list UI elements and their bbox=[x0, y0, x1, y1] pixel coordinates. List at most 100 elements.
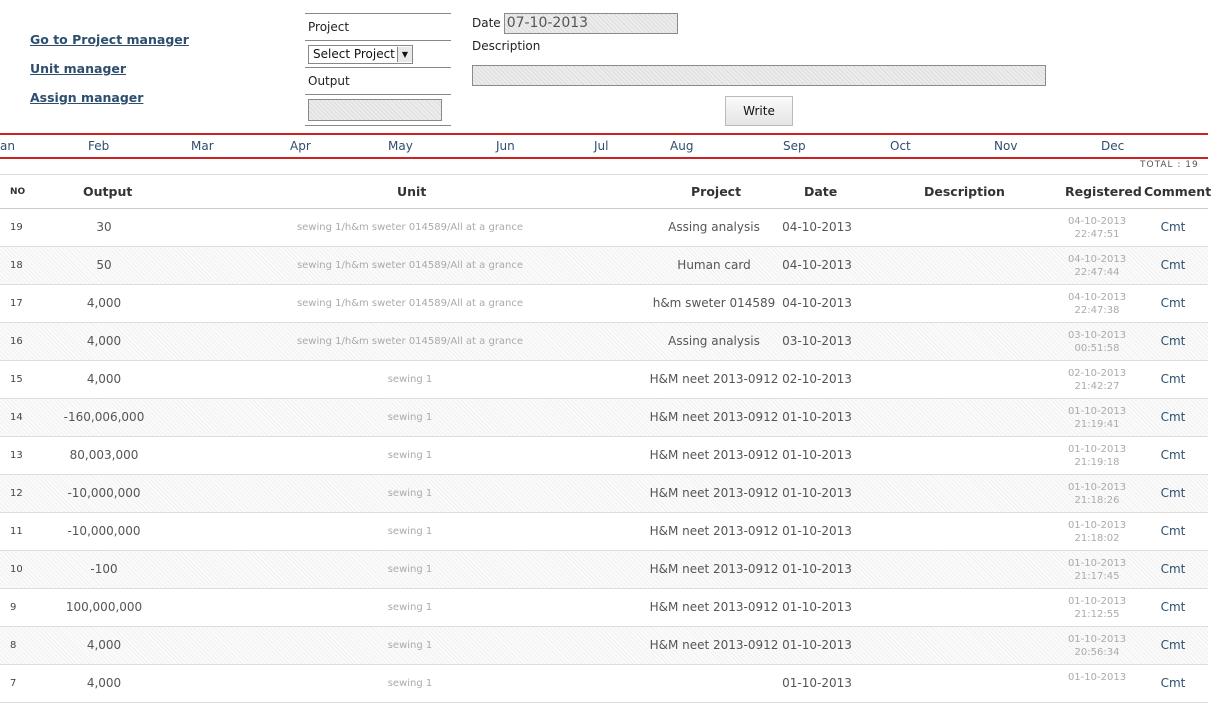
table-row: 17 4,000 sewing 1/h&m sweter 014589/All at… bbox=[0, 285, 1208, 323]
row-unit: sewing 1/h&m sweter 014589/All at a gran… bbox=[296, 260, 524, 271]
comment-link[interactable]: Cmt bbox=[1154, 399, 1192, 436]
table-body: 19 30 sewing 1/h&m sweter 014589/All at a … bbox=[0, 209, 1208, 703]
total-count: TOTAL : 19 bbox=[1140, 160, 1199, 170]
row-registered: 04-10-2013 22:47:38 bbox=[1058, 291, 1136, 317]
row-output: -10,000,000 bbox=[67, 524, 141, 538]
unit-manager-link[interactable]: Unit manager bbox=[30, 59, 189, 88]
registered-time: 21:19:41 bbox=[1074, 419, 1120, 430]
date-input[interactable]: 07-10-2013 bbox=[503, 12, 678, 34]
row-unit: sewing 1 bbox=[387, 564, 433, 575]
row-output: 50 bbox=[96, 258, 112, 272]
comment-link[interactable]: Cmt bbox=[1154, 475, 1192, 512]
registered-time: 22:47:38 bbox=[1074, 305, 1120, 316]
month-aug[interactable]: Aug bbox=[670, 139, 693, 153]
row-number: 17 bbox=[10, 298, 23, 309]
table-row: 7 4,000 sewing 1 01-10-2013 01-10-2013 Cmt bbox=[0, 665, 1208, 703]
registered-time: 21:18:02 bbox=[1074, 533, 1120, 544]
row-project: h&m sweter 014589 bbox=[652, 296, 776, 310]
row-output: 4,000 bbox=[86, 638, 122, 652]
date-label: Date bbox=[472, 16, 501, 30]
comment-link[interactable]: Cmt bbox=[1154, 323, 1192, 360]
comment-link[interactable]: Cmt bbox=[1154, 589, 1192, 626]
row-unit: sewing 1 bbox=[387, 374, 433, 385]
output-input[interactable] bbox=[308, 99, 442, 121]
registered-time: 21:12:55 bbox=[1074, 609, 1120, 620]
comment-link[interactable]: Cmt bbox=[1154, 627, 1192, 664]
row-date: 01-10-2013 bbox=[782, 638, 852, 652]
row-output: 80,003,000 bbox=[69, 448, 139, 462]
comment-link[interactable]: Cmt bbox=[1154, 551, 1192, 588]
row-registered: 04-10-2013 22:47:44 bbox=[1058, 253, 1136, 279]
row-registered: 01-10-2013 21:19:41 bbox=[1058, 405, 1136, 431]
row-number: 19 bbox=[10, 222, 23, 233]
row-registered: 01-10-2013 21:12:55 bbox=[1058, 595, 1136, 621]
comment-link[interactable]: Cmt bbox=[1154, 437, 1192, 474]
row-number: 11 bbox=[10, 526, 23, 537]
row-date: 04-10-2013 bbox=[782, 258, 852, 272]
project-select[interactable]: Select Project ▼ bbox=[308, 44, 413, 64]
comment-link[interactable]: Cmt bbox=[1154, 285, 1192, 322]
table-row: 16 4,000 sewing 1/h&m sweter 014589/All at… bbox=[0, 323, 1208, 361]
description-input[interactable] bbox=[472, 65, 1046, 86]
comment-link[interactable]: Cmt bbox=[1154, 247, 1192, 284]
registered-time: 21:17:45 bbox=[1074, 571, 1120, 582]
chevron-down-icon[interactable]: ▼ bbox=[396, 46, 412, 62]
project-manager-link[interactable]: Go to Project manager bbox=[30, 30, 189, 59]
write-button[interactable]: Write bbox=[725, 96, 793, 126]
registered-date: 02-10-2013 bbox=[1067, 368, 1127, 379]
row-date: 01-10-2013 bbox=[782, 448, 852, 462]
row-number: 9 bbox=[10, 602, 17, 613]
month-apr[interactable]: Apr bbox=[290, 139, 311, 153]
registered-date: 01-10-2013 bbox=[1067, 596, 1127, 607]
row-date: 01-10-2013 bbox=[782, 562, 852, 576]
row-unit: sewing 1/h&m sweter 014589/All at a gran… bbox=[296, 222, 524, 233]
registered-date: 03-10-2013 bbox=[1067, 330, 1127, 341]
row-registered: 03-10-2013 00:51:58 bbox=[1058, 329, 1136, 355]
row-date: 03-10-2013 bbox=[782, 334, 852, 348]
month-jul[interactable]: Jul bbox=[594, 139, 608, 153]
row-output: 4,000 bbox=[86, 676, 122, 690]
row-project bbox=[640, 665, 788, 702]
table-row: 8 4,000 sewing 1 H&M neet 2013-0912 01-10-20… bbox=[0, 627, 1208, 665]
row-registered: 04-10-2013 22:47:51 bbox=[1058, 215, 1136, 241]
comment-link[interactable]: Cmt bbox=[1154, 665, 1192, 702]
month-nov[interactable]: Nov bbox=[994, 139, 1017, 153]
entry-form-left: Project Select Project ▼ Output bbox=[305, 13, 451, 126]
month-mar[interactable]: Mar bbox=[191, 139, 214, 153]
row-number: 16 bbox=[10, 336, 23, 347]
row-date: 01-10-2013 bbox=[782, 676, 852, 690]
row-unit: sewing 1 bbox=[387, 488, 433, 499]
table-row: 14 -160,006,000 sewing 1 H&M neet 2013-0912… bbox=[0, 399, 1208, 437]
project-select-value: Select Project bbox=[313, 47, 395, 61]
month-oct[interactable]: Oct bbox=[890, 139, 911, 153]
month-dec[interactable]: Dec bbox=[1101, 139, 1124, 153]
row-project: H&M neet 2013-0912 bbox=[649, 524, 779, 538]
entry-form-right: Date 07-10-2013 Description Write bbox=[472, 12, 1046, 126]
row-project: Assing analysis bbox=[668, 334, 760, 348]
table-row: 11 -10,000,000 sewing 1 H&M neet 2013-0912 0… bbox=[0, 513, 1208, 551]
comment-link[interactable]: Cmt bbox=[1154, 209, 1192, 246]
month-feb[interactable]: Feb bbox=[88, 139, 109, 153]
month-jan[interactable]: an bbox=[0, 139, 15, 153]
assign-manager-link[interactable]: Assign manager bbox=[30, 88, 189, 117]
registered-time: 00:51:58 bbox=[1074, 343, 1120, 354]
registered-date: 04-10-2013 bbox=[1067, 216, 1127, 227]
row-registered: 02-10-2013 21:42:27 bbox=[1058, 367, 1136, 393]
registered-date: 01-10-2013 bbox=[1067, 634, 1127, 645]
row-date: 04-10-2013 bbox=[782, 220, 852, 234]
month-jun[interactable]: Jun bbox=[496, 139, 515, 153]
header-unit: Unit bbox=[397, 184, 427, 199]
row-unit: sewing 1/h&m sweter 014589/All at a gran… bbox=[296, 298, 524, 309]
month-may[interactable]: May bbox=[388, 139, 413, 153]
row-output: 100,000,000 bbox=[65, 600, 143, 614]
table-row: 18 50 sewing 1/h&m sweter 014589/All at a … bbox=[0, 247, 1208, 285]
registered-date: 04-10-2013 bbox=[1067, 292, 1127, 303]
date-line: Date 07-10-2013 bbox=[472, 12, 1046, 34]
manager-nav: Go to Project manager Unit manager Assig… bbox=[30, 30, 189, 117]
row-number: 8 bbox=[10, 640, 17, 651]
comment-link[interactable]: Cmt bbox=[1154, 361, 1192, 398]
month-sep[interactable]: Sep bbox=[783, 139, 806, 153]
row-registered: 01-10-2013 20:56:34 bbox=[1058, 633, 1136, 659]
row-project: H&M neet 2013-0912 bbox=[649, 448, 779, 462]
comment-link[interactable]: Cmt bbox=[1154, 513, 1192, 550]
